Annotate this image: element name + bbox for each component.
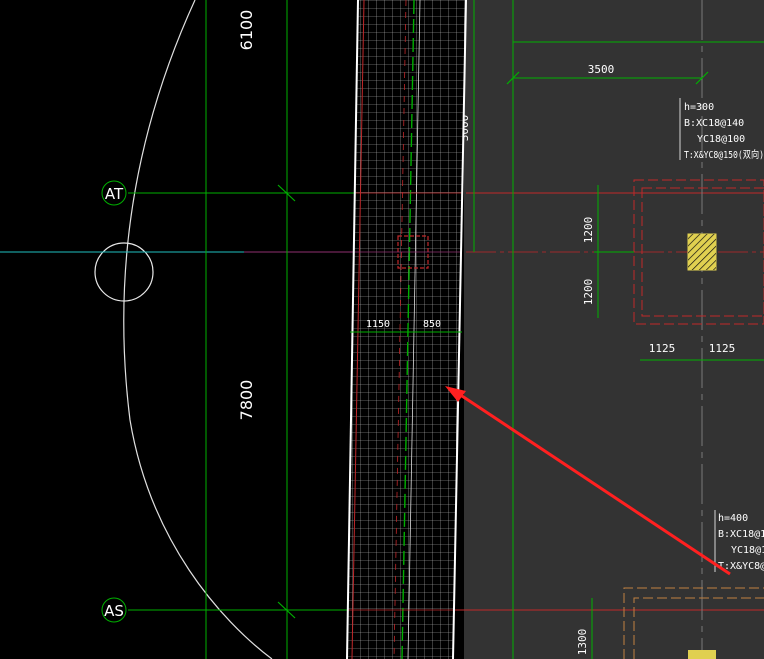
boundary-arc <box>123 0 273 659</box>
dim-1200a: 1200 <box>582 217 595 244</box>
column-2[interactable] <box>688 650 716 659</box>
footing2-y: YC18@1 <box>731 545 764 556</box>
dim-1300: 1300 <box>576 629 589 656</box>
footing1-y: YC18@100 <box>697 134 745 145</box>
dim-7800: 7800 <box>237 380 256 421</box>
dim-3500: 3500 <box>588 63 615 76</box>
cad-drawing-canvas[interactable]: AT AS 6100 7800 3500 3000 1200 1200 1125… <box>0 0 764 659</box>
dim-1125a: 1125 <box>649 342 676 355</box>
footing1-h: h=300 <box>684 102 714 113</box>
dim-1200b: 1200 <box>582 279 595 306</box>
axis-label-as: AS <box>104 602 124 620</box>
dim-850: 850 <box>423 319 441 330</box>
footing1-b: B:XC18@140 <box>684 118 744 129</box>
dim-1150: 1150 <box>366 319 390 330</box>
footing2-b: B:XC18@14 <box>718 529 764 540</box>
rebar-mesh <box>347 0 466 659</box>
footing2-h: h=400 <box>718 513 748 524</box>
axis-label-at: AT <box>105 185 124 203</box>
footing1-t: T:X&YC8@150(双向) <box>684 148 764 161</box>
column-hatch-1 <box>688 234 716 270</box>
drawing-svg: AT AS 6100 7800 3500 3000 1200 1200 1125… <box>0 0 764 659</box>
dim-6100: 6100 <box>237 10 256 51</box>
dim-1125b: 1125 <box>709 342 736 355</box>
